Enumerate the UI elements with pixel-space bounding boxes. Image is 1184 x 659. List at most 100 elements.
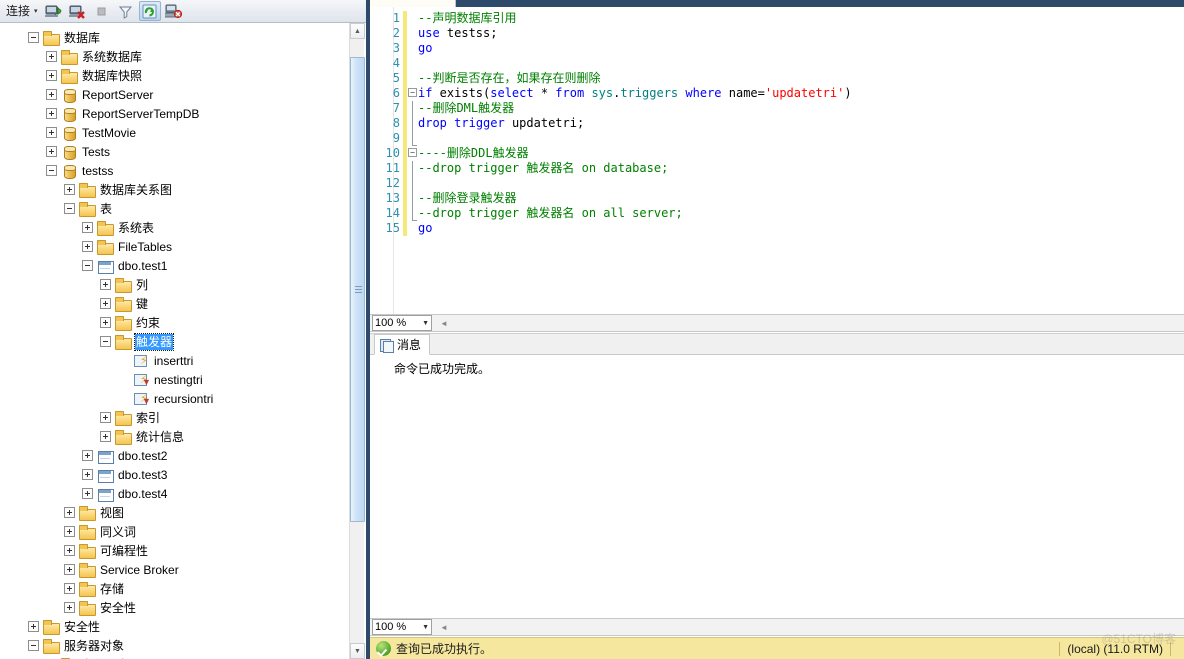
expand-icon[interactable] bbox=[64, 545, 75, 556]
tree-node[interactable]: dbo.test3 bbox=[0, 465, 352, 484]
tree-node[interactable]: 列 bbox=[0, 275, 352, 294]
code-line[interactable]: 5 --判断是否存在，如果存在则删除 bbox=[370, 71, 1184, 86]
collapse-icon[interactable] bbox=[82, 260, 93, 271]
tree-node[interactable]: FileTables bbox=[0, 237, 352, 256]
expand-icon[interactable] bbox=[46, 108, 57, 119]
collapse-icon[interactable] bbox=[28, 640, 39, 651]
code-line[interactable]: 13 --删除登录触发器 bbox=[370, 191, 1184, 206]
tree-node[interactable]: Tests bbox=[0, 142, 352, 161]
expand-icon[interactable] bbox=[46, 146, 57, 157]
connect-dropdown-icon[interactable]: ▾ bbox=[34, 7, 38, 15]
tree-node[interactable]: 触发器 bbox=[0, 332, 352, 351]
tree-node[interactable]: ▼ recursiontri bbox=[0, 389, 352, 408]
filter-icon[interactable] bbox=[115, 1, 137, 21]
tree-node[interactable]: ReportServer bbox=[0, 85, 352, 104]
code-line[interactable]: 11 --drop trigger 触发器名 on database; bbox=[370, 161, 1184, 176]
tree-node[interactable]: 索引 bbox=[0, 408, 352, 427]
expand-icon[interactable] bbox=[46, 70, 57, 81]
scrollbar-thumb[interactable] bbox=[350, 57, 365, 522]
expand-icon[interactable] bbox=[64, 184, 75, 195]
expand-icon[interactable] bbox=[64, 507, 75, 518]
expand-icon[interactable] bbox=[64, 602, 75, 613]
expand-icon[interactable] bbox=[100, 431, 111, 442]
tree-node[interactable]: 系统数据库 bbox=[0, 47, 352, 66]
object-explorer-scrollbar[interactable]: ▲ ▼ bbox=[349, 23, 365, 659]
connect-button-label[interactable]: 连接 bbox=[4, 1, 32, 21]
scroll-up-icon[interactable]: ▲ bbox=[350, 23, 365, 39]
tree-node[interactable]: 同义词 bbox=[0, 522, 352, 541]
expand-icon[interactable] bbox=[82, 241, 93, 252]
tree-node[interactable]: dbo.test1 bbox=[0, 256, 352, 275]
code-line[interactable]: 7 --删除DML触发器 bbox=[370, 101, 1184, 116]
tree-node[interactable]: 数据库关系图 bbox=[0, 180, 352, 199]
tree-node[interactable]: 存储 bbox=[0, 579, 352, 598]
tree-node[interactable]: ReportServerTempDB bbox=[0, 104, 352, 123]
tree-node[interactable]: testss bbox=[0, 161, 352, 180]
collapse-region-icon[interactable]: − bbox=[408, 148, 417, 157]
tree-node[interactable]: 表 bbox=[0, 199, 352, 218]
code-line[interactable]: 9 bbox=[370, 131, 1184, 146]
code-line[interactable]: 1 --声明数据库引用 bbox=[370, 11, 1184, 26]
tree-node[interactable]: dbo.test4 bbox=[0, 484, 352, 503]
expand-icon[interactable] bbox=[82, 222, 93, 233]
tree-node[interactable]: 数据库 bbox=[0, 28, 352, 47]
results-zoom-select[interactable]: 100 % ▼ bbox=[372, 619, 432, 635]
collapse-region-icon[interactable]: − bbox=[408, 88, 417, 97]
tree-node[interactable]: 安全性 bbox=[0, 598, 352, 617]
code-line[interactable]: 3 go bbox=[370, 41, 1184, 56]
scroll-down-icon[interactable]: ▼ bbox=[350, 643, 365, 659]
expand-icon[interactable] bbox=[100, 279, 111, 290]
expand-icon[interactable] bbox=[64, 564, 75, 575]
expand-icon[interactable] bbox=[100, 412, 111, 423]
editor-hscroll-left-icon[interactable]: ◄ bbox=[440, 319, 448, 328]
code-line[interactable]: 8 drop trigger updatetri; bbox=[370, 116, 1184, 131]
code-line[interactable]: 10− ----删除DDL触发器 bbox=[370, 146, 1184, 161]
chevron-down-icon[interactable]: ▼ bbox=[422, 320, 429, 327]
disconnect-icon[interactable] bbox=[67, 1, 89, 21]
editor-zoom-select[interactable]: 100 % ▼ bbox=[372, 315, 432, 331]
tree-node[interactable]: 键 bbox=[0, 294, 352, 313]
tree-node[interactable]: 视图 bbox=[0, 503, 352, 522]
results-hscroll-left-icon[interactable]: ◄ bbox=[440, 623, 448, 632]
tree-node[interactable]: 数据库快照 bbox=[0, 66, 352, 85]
tab-messages[interactable]: 消息 bbox=[374, 334, 431, 355]
sql-code-editor[interactable]: 1 --声明数据库引用 2 use testss; 3 go 4 5 --判断是否存在，如果存在… bbox=[370, 7, 1184, 314]
code-line[interactable]: 12 bbox=[370, 176, 1184, 191]
tree-node[interactable]: 安全性 bbox=[0, 617, 352, 636]
expand-icon[interactable] bbox=[64, 583, 75, 594]
collapse-icon[interactable] bbox=[28, 32, 39, 43]
disconnect-all-icon[interactable] bbox=[163, 1, 185, 21]
tree-node[interactable]: dbo.test2 bbox=[0, 446, 352, 465]
collapse-icon[interactable] bbox=[46, 165, 57, 176]
expand-icon[interactable] bbox=[82, 488, 93, 499]
tree-node[interactable]: 备份设备 bbox=[0, 655, 352, 659]
tree-node[interactable]: inserttri bbox=[0, 351, 352, 370]
tree-node[interactable]: TestMovie bbox=[0, 123, 352, 142]
code-line[interactable]: 4 bbox=[370, 56, 1184, 71]
expand-icon[interactable] bbox=[46, 89, 57, 100]
collapse-icon[interactable] bbox=[100, 336, 111, 347]
tree-node[interactable]: 可编程性 bbox=[0, 541, 352, 560]
tree-node[interactable]: Service Broker bbox=[0, 560, 352, 579]
connect-icon[interactable] bbox=[43, 1, 65, 21]
expand-icon[interactable] bbox=[100, 317, 111, 328]
code-line[interactable]: 6− if exists(select * from sys.triggers w… bbox=[370, 86, 1184, 101]
tree-node[interactable]: 服务器对象 bbox=[0, 636, 352, 655]
expand-icon[interactable] bbox=[82, 469, 93, 480]
code-line[interactable]: 2 use testss; bbox=[370, 26, 1184, 41]
chevron-down-icon[interactable]: ▼ bbox=[422, 624, 429, 631]
tree-node[interactable]: 约束 bbox=[0, 313, 352, 332]
expand-icon[interactable] bbox=[46, 51, 57, 62]
tree-node[interactable]: 系统表 bbox=[0, 218, 352, 237]
tab-query-active[interactable] bbox=[370, 0, 456, 7]
expand-icon[interactable] bbox=[100, 298, 111, 309]
expand-icon[interactable] bbox=[46, 127, 57, 138]
collapse-icon[interactable] bbox=[64, 203, 75, 214]
tree-node[interactable]: ▼ nestingtri bbox=[0, 370, 352, 389]
expand-icon[interactable] bbox=[28, 621, 39, 632]
code-line[interactable]: 15 go bbox=[370, 221, 1184, 236]
tree-node[interactable]: 统计信息 bbox=[0, 427, 352, 446]
expand-icon[interactable] bbox=[82, 450, 93, 461]
code-line[interactable]: 14 --drop trigger 触发器名 on all server; bbox=[370, 206, 1184, 221]
object-explorer-tree[interactable]: 数据库 系统数据库 数据库快照 ReportServer ReportServerTem… bbox=[0, 23, 352, 659]
